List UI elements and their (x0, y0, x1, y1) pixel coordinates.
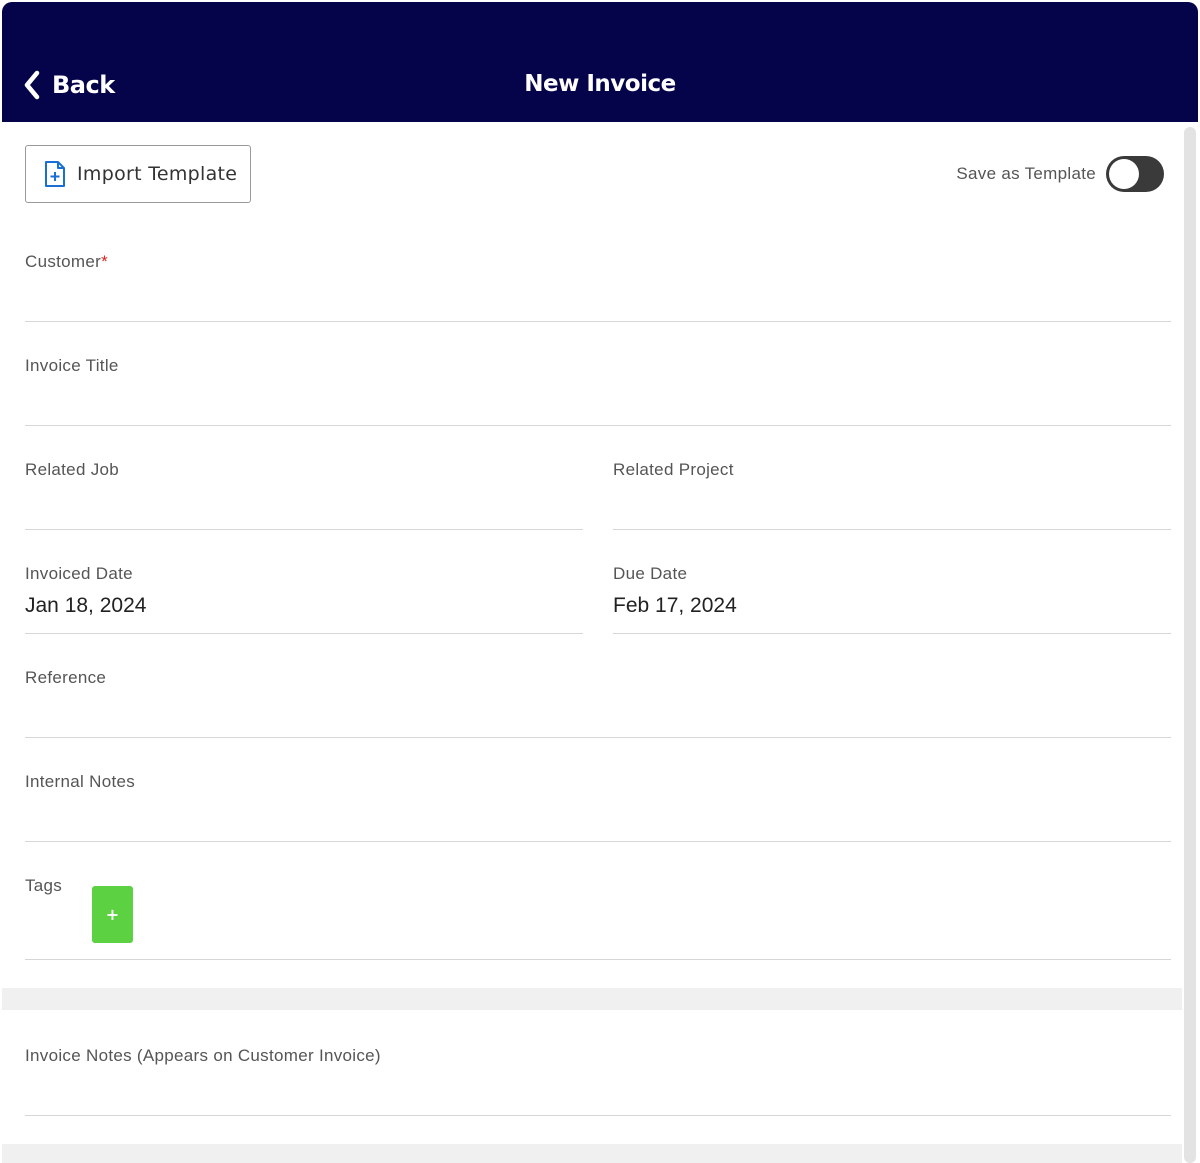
tags-field: Tags + (25, 872, 1171, 960)
add-tag-button[interactable]: + (92, 886, 133, 943)
invoice-notes-field[interactable]: Invoice Notes (Appears on Customer Invoi… (25, 1042, 1171, 1116)
app-window: Back New Invoice Import Template Save as… (2, 2, 1198, 1163)
invoice-title-field[interactable]: Invoice Title (25, 352, 1171, 426)
reference-field[interactable]: Reference (25, 664, 1171, 738)
save-as-template-label: Save as Template (956, 164, 1096, 183)
related-job-label: Related Job (25, 460, 120, 479)
invoiced-date-field[interactable]: Invoiced Date Jan 18, 2024 (25, 560, 583, 634)
customer-field[interactable]: Customer* (25, 248, 1171, 322)
related-job-field[interactable]: Related Job (25, 456, 583, 530)
internal-notes-field[interactable]: Internal Notes (25, 768, 1171, 842)
reference-label: Reference (25, 668, 107, 687)
due-date-value: Feb 17, 2024 (613, 594, 737, 617)
due-date-label: Due Date (613, 564, 688, 583)
invoice-notes-label: Invoice Notes (Appears on Customer Invoi… (25, 1046, 381, 1065)
import-template-label: Import Template (77, 163, 238, 185)
scrollbar[interactable] (1184, 127, 1196, 1163)
bottom-divider (2, 1144, 1182, 1163)
plus-icon: + (105, 905, 120, 924)
tags-label: Tags (25, 876, 63, 895)
due-date-field[interactable]: Due Date Feb 17, 2024 (613, 560, 1171, 634)
section-divider (2, 988, 1182, 1010)
toggle-knob (1109, 159, 1139, 189)
import-template-button[interactable]: Import Template (25, 145, 251, 203)
customer-label: Customer* (25, 252, 109, 271)
file-plus-icon (45, 161, 65, 187)
invoiced-date-value: Jan 18, 2024 (25, 594, 147, 617)
save-as-template-control: Save as Template (956, 156, 1164, 192)
related-project-label: Related Project (613, 460, 734, 479)
internal-notes-label: Internal Notes (25, 772, 136, 791)
required-marker: * (101, 252, 109, 271)
page-title: New Invoice (524, 71, 676, 97)
invoice-title-label: Invoice Title (25, 356, 119, 375)
top-bar: Back New Invoice (2, 2, 1198, 122)
save-as-template-toggle[interactable] (1106, 156, 1164, 192)
invoiced-date-label: Invoiced Date (25, 564, 133, 583)
related-project-field[interactable]: Related Project (613, 456, 1171, 530)
